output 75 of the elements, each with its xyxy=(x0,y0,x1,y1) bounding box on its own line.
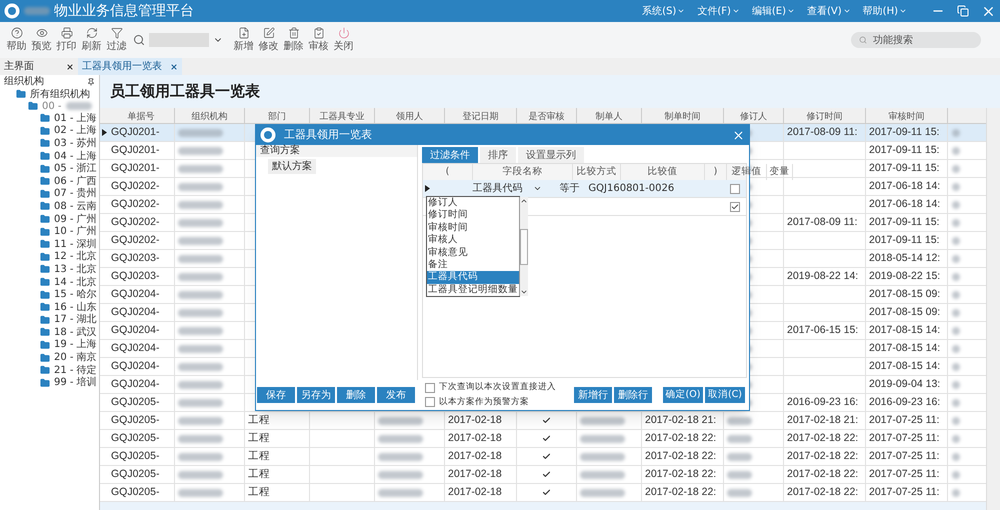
table-cell-text: 工程 xyxy=(248,448,270,464)
table-cell-text: 2019-08-22 15: xyxy=(869,268,940,284)
table-cell-text: 2017-08-15 09: xyxy=(869,304,940,320)
table-cell-text: GQJ0205- xyxy=(111,430,160,446)
table-cell-text: GQJ0202- xyxy=(111,178,160,194)
table-cell-text: GQJ0204- xyxy=(111,286,160,302)
table-cell-text: 2017-07-25 11: xyxy=(869,466,940,482)
table-cell-text: 工程 xyxy=(248,484,270,500)
window-title: 物业业务信息管理平台 xyxy=(54,2,194,20)
table-cell-text: 2017-02-18 22: xyxy=(645,466,716,482)
table-cell-text: 2017-02-18 22: xyxy=(787,448,858,464)
table-cell-text: 2019-08-22 14: xyxy=(787,268,858,284)
table-cell-text: 2017-02-18 22: xyxy=(787,466,858,482)
dialog-title: 工器具领用一览表 xyxy=(284,126,372,143)
table-cell-text: 2017-08-15 14: xyxy=(869,340,940,356)
table-cell-text: 2017-08-15 09: xyxy=(869,286,940,302)
column-header: 变量 xyxy=(767,164,793,180)
table-cell-text: 2017-07-25 11: xyxy=(869,448,940,464)
table-cell-text: GQJ0204- xyxy=(111,322,160,338)
page-title: 员工领用工器具一览表 xyxy=(109,81,261,102)
option-label: 下次查询以本次设置直接进入 xyxy=(439,381,556,394)
table-cell-text: 2017-09-11 15: xyxy=(869,232,940,248)
table-cell-text: 2016-09-23 16: xyxy=(787,394,858,410)
table-cell-text: 2017-02-18 xyxy=(448,448,502,464)
table-cell-text: 2016-09-23 16: xyxy=(869,394,940,410)
table-cell-text: GQJ0201- xyxy=(111,124,160,140)
table-cell-text: GQJ0205- xyxy=(111,394,160,410)
table-cell-text: 2017-02-18 xyxy=(448,466,502,482)
table-cell-text: 2017-09-11 15: xyxy=(869,124,940,140)
table-cell-text: 2017-09-11 15: xyxy=(869,160,940,176)
table-cell-text: 工程 xyxy=(248,412,270,428)
table-cell-text: 2017-02-18 22: xyxy=(787,430,858,446)
table-cell-text: 2017-02-18 22: xyxy=(645,430,716,446)
table-cell-text: GQJ0203- xyxy=(111,268,160,284)
table-cell-text: 2017-06-15 15: xyxy=(787,322,858,338)
table-cell-text: GQJ0203- xyxy=(111,250,160,266)
panel-header: 查询方案 xyxy=(256,145,417,157)
table-cell-text: GQJ0205- xyxy=(111,448,160,464)
table-cell-text: GQJ0205- xyxy=(111,466,160,482)
table-cell-text: 2017-02-18 xyxy=(448,430,502,446)
table-cell-text: 2017-08-15 14: xyxy=(869,322,940,338)
table-cell-text: GQJ0204- xyxy=(111,340,160,356)
table-cell-text: 2017-02-18 21: xyxy=(787,412,858,428)
table-cell-text: 2017-07-25 11: xyxy=(869,430,940,446)
table-cell-text: GQJ0202- xyxy=(111,196,160,212)
table-cell-text: 工程 xyxy=(248,466,270,482)
table-cell-text: 2017-09-11 15: xyxy=(869,142,940,158)
table-cell-text: 2017-06-18 14: xyxy=(869,178,940,194)
table-cell-text: 2018-05-14 12: xyxy=(869,250,940,266)
table-cell-text: GQJ0204- xyxy=(111,304,160,320)
table-cell-text: 工程 xyxy=(248,430,270,446)
table-cell-text: 2017-08-09 11: xyxy=(787,214,858,230)
table-cell-text: 2017-02-18 22: xyxy=(645,448,716,464)
option-label: 以本方案作为预警方案 xyxy=(439,396,529,409)
table-cell-text: 2017-08-09 11: xyxy=(787,124,858,140)
table-cell-text: 2017-02-18 xyxy=(448,484,502,500)
table-cell-text: 2019-09-04 13: xyxy=(869,376,940,392)
table-cell-text: 2017-02-18 21: xyxy=(645,412,716,428)
table-cell-text: 2017-02-18 22: xyxy=(645,484,716,500)
table-cell-text: GQJ0202- xyxy=(111,232,160,248)
table-cell-text: GQJ0204- xyxy=(111,376,160,392)
table-cell-text: GQJ0201- xyxy=(111,142,160,158)
table-cell-text: GQJ0204- xyxy=(111,358,160,374)
table-cell-text: 2017-08-15 14: xyxy=(869,358,940,374)
table-cell-text: 2017-07-25 11: xyxy=(869,484,940,500)
table-cell-text: 2017-06-18 14: xyxy=(869,196,940,212)
table-cell-text: GQJ0202- xyxy=(111,214,160,230)
table-cell-text: 2017-02-18 xyxy=(448,412,502,428)
table-cell-text: 2017-07-25 11: xyxy=(869,412,940,428)
table-cell-text: GQJ0205- xyxy=(111,412,160,428)
table-cell-text: GQJ0201- xyxy=(111,160,160,176)
table-cell-text: 2017-09-11 15: xyxy=(869,214,940,230)
table-cell-text: 2017-02-18 22: xyxy=(787,484,858,500)
sidebar-title: 组织机构 xyxy=(4,74,44,88)
table-cell-text: GQJ0205- xyxy=(111,484,160,500)
